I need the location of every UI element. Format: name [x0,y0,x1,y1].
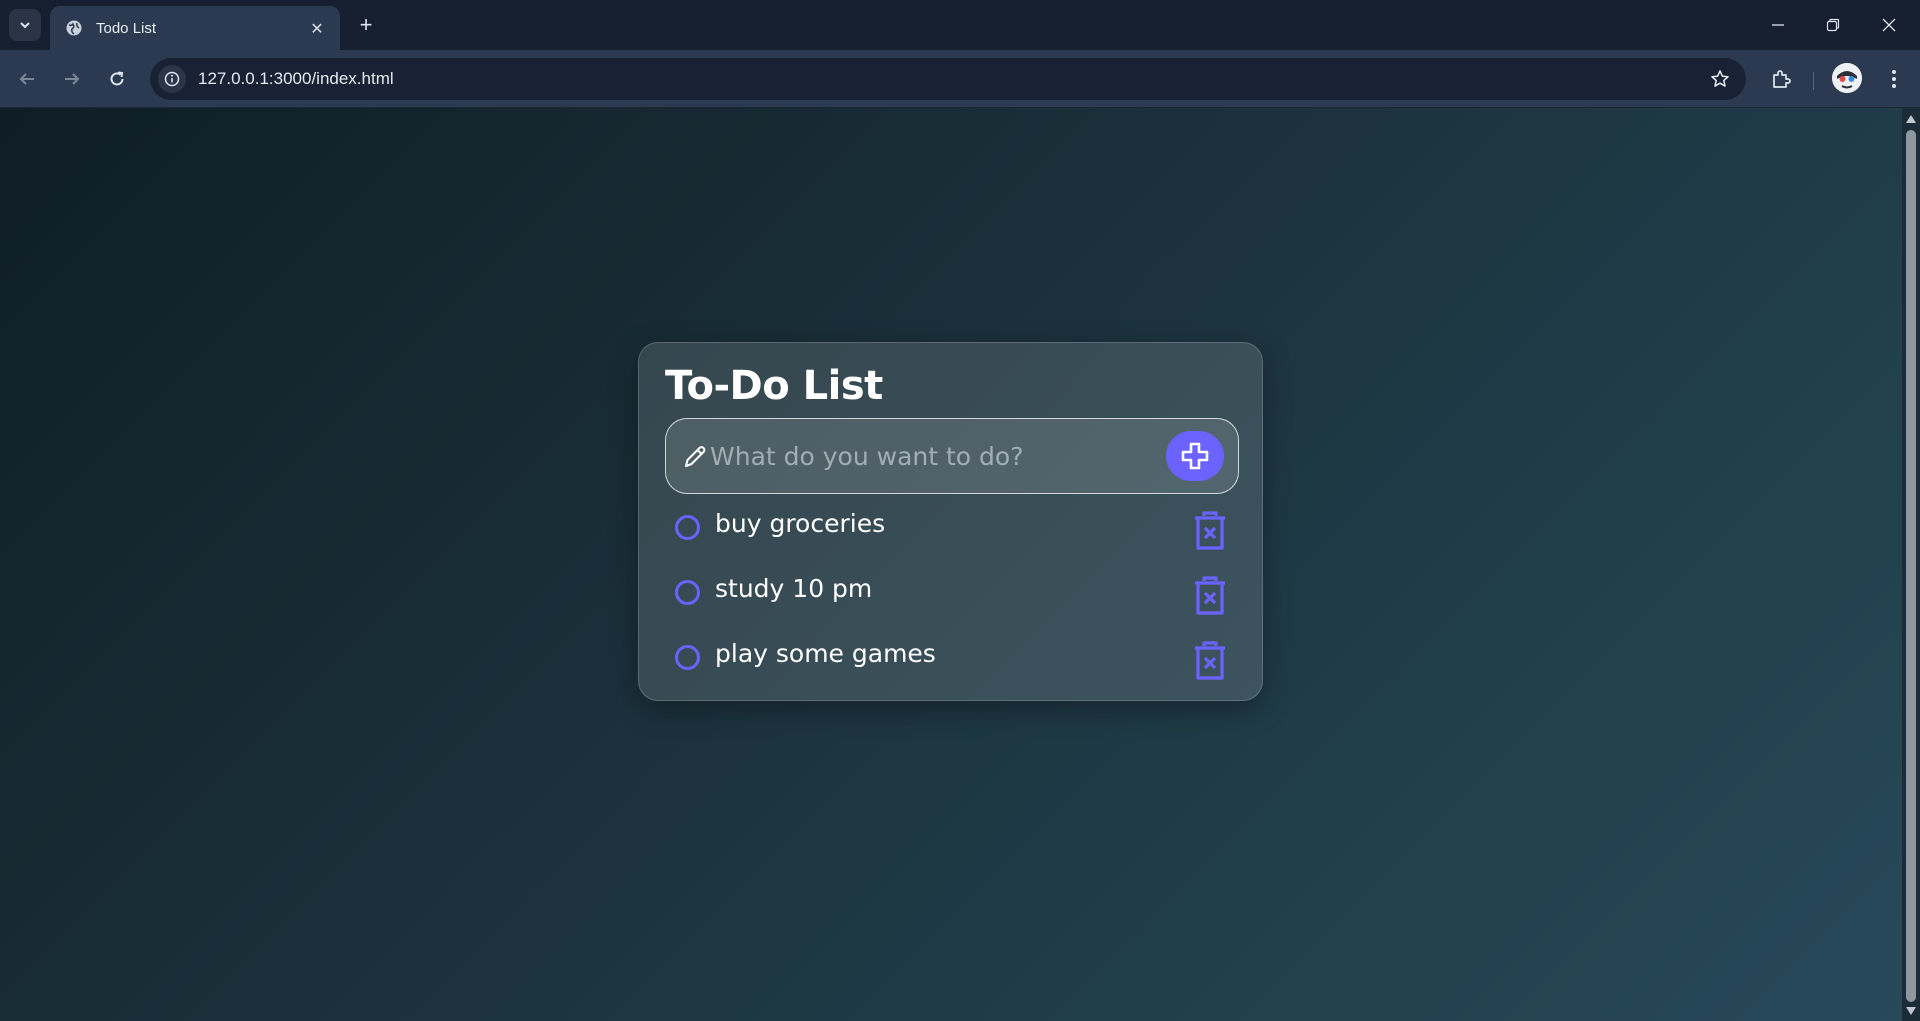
browser-toolbar: 127.0.0.1:3000/index.html [0,50,1920,108]
browser-tab[interactable]: Todo List ✕ [50,6,340,50]
site-info-icon[interactable] [158,65,186,93]
extensions-icon[interactable] [1765,63,1797,95]
restore-icon[interactable] [1809,8,1857,42]
toolbar-separator [1813,72,1814,90]
forward-icon[interactable] [56,63,88,95]
globe-icon [64,18,84,38]
add-task-button[interactable] [1166,431,1224,481]
address-bar[interactable]: 127.0.0.1:3000/index.html [150,58,1746,100]
back-icon[interactable] [11,63,43,95]
scroll-up-icon[interactable] [1905,114,1917,124]
todo-item: play some games [665,633,1239,698]
todo-item: study 10 pm [665,568,1239,633]
todo-text: play some games [715,639,936,668]
task-input[interactable] [710,433,1150,479]
browser-tab-bar: Todo List ✕ + [0,0,1920,50]
tab-search-icon[interactable] [9,9,41,41]
tab-title: Todo List [96,19,157,37]
todo-text: buy groceries [715,509,886,538]
close-icon[interactable] [1865,8,1913,42]
todo-checkbox[interactable] [675,580,700,605]
todo-item: buy groceries [665,503,1239,568]
task-input-container [665,418,1239,494]
todo-list: buy groceries study 10 pm play some game… [665,503,1239,698]
todo-checkbox[interactable] [675,515,700,540]
url-text: 127.0.0.1:3000/index.html [198,69,394,88]
reload-icon[interactable] [101,63,133,95]
page-title: To-Do List [665,363,883,409]
new-tab-button[interactable]: + [352,11,380,39]
todo-card: To-Do List buy groceries study 10 pm [638,342,1263,701]
profile-avatar[interactable] [1832,63,1862,93]
page-scrollbar[interactable] [1902,108,1920,1021]
scroll-thumb[interactable] [1906,130,1916,1002]
trash-icon[interactable] [1191,511,1229,551]
page-background: To-Do List buy groceries study 10 pm [0,108,1902,1021]
todo-text: study 10 pm [715,574,873,603]
plus-icon [1181,442,1209,470]
pencil-icon [681,443,709,471]
bookmark-star-icon[interactable] [1704,63,1736,95]
trash-icon[interactable] [1191,641,1229,681]
tab-close-icon[interactable]: ✕ [306,17,328,39]
scroll-down-icon[interactable] [1905,1006,1917,1016]
trash-icon[interactable] [1191,576,1229,616]
todo-checkbox[interactable] [675,645,700,670]
menu-kebab-icon[interactable] [1878,63,1910,95]
minimize-icon[interactable] [1754,8,1802,42]
